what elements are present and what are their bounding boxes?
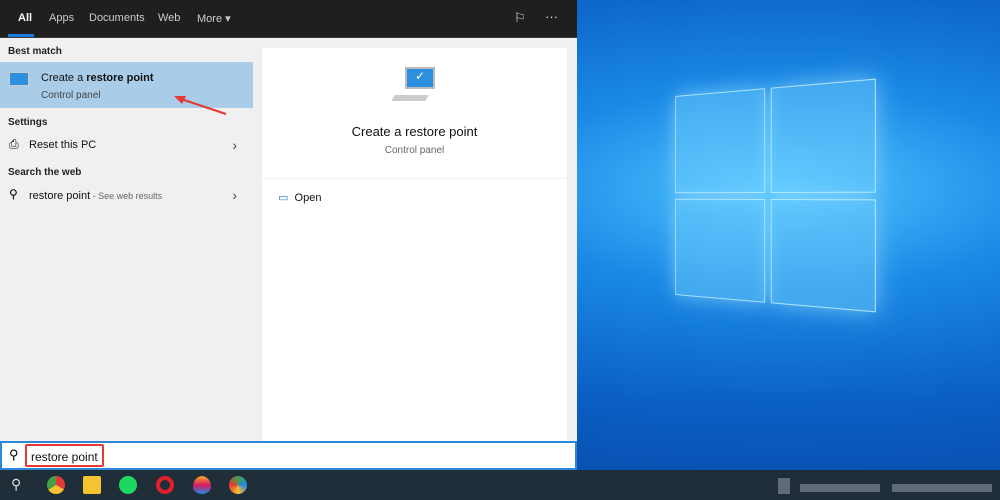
active-tab-indicator [8, 34, 34, 37]
keyboard-icon [391, 95, 429, 101]
system-tray-blur [800, 484, 880, 492]
more-options-icon[interactable]: ··· [545, 9, 558, 24]
system-tray [778, 478, 790, 494]
opera-icon[interactable] [156, 476, 174, 494]
actions-card: ▭ Open [262, 179, 567, 441]
search-icon[interactable]: ⚲ [11, 476, 21, 493]
result-web-search[interactable]: ⚲ restore point - See web results › [0, 184, 253, 208]
feedback-icon[interactable]: ⚐ [514, 10, 526, 26]
file-explorer-icon[interactable] [83, 476, 101, 494]
search-box[interactable]: ⚲ restore point [0, 441, 577, 470]
clock-blur [892, 484, 992, 492]
computer-icon [9, 72, 29, 86]
browser-icon[interactable] [229, 476, 247, 494]
preview-pane: ✓ Create a restore point Control panel ▭… [253, 38, 577, 441]
app-icon[interactable] [193, 476, 211, 494]
taskbar: ⚲ [0, 470, 1000, 500]
chrome-icon[interactable] [47, 476, 65, 494]
preview-title: Create a restore point [351, 124, 478, 139]
open-action[interactable]: ▭ Open [278, 191, 321, 204]
result-reset-this-pc[interactable]: ⎙ Reset this PC › [0, 134, 253, 158]
web-suffix: - See web results [90, 191, 163, 201]
reset-label: Reset this PC [29, 139, 97, 151]
preview-subtitle: Control panel [384, 145, 445, 156]
tab-apps[interactable]: Apps [49, 12, 74, 24]
windows-logo [675, 78, 876, 313]
search-filter-bar: All Apps Documents Web More ▾ ⚐ ··· [0, 0, 577, 38]
open-label: Open [294, 192, 322, 204]
results-list: Best match Create a restore point Contro… [0, 38, 253, 441]
result-subtitle: Control panel [41, 90, 101, 101]
chevron-right-icon: › [232, 187, 237, 203]
result-title-bold: restore point [86, 72, 154, 84]
tab-documents[interactable]: Documents [89, 12, 145, 24]
chevron-right-icon: › [232, 137, 237, 153]
tab-more-label: More [197, 13, 223, 25]
preview-card: ✓ Create a restore point Control panel [262, 48, 567, 178]
tab-more[interactable]: More ▾ [197, 12, 231, 25]
search-icon: ⚲ [9, 447, 19, 462]
spotify-icon[interactable] [119, 476, 137, 494]
search-input[interactable]: restore point [25, 444, 104, 467]
reset-icon: ⎙ [9, 137, 19, 151]
annotation-arrow [174, 96, 227, 115]
tab-web[interactable]: Web [158, 12, 180, 24]
search-icon: ⚲ [9, 187, 18, 201]
tab-all[interactable]: All [18, 12, 32, 24]
result-title-prefix: Create a [41, 72, 87, 84]
section-best-match: Best match [8, 46, 62, 57]
section-search-web: Search the web [8, 167, 82, 178]
caret-down-icon: ▾ [225, 13, 231, 25]
section-settings: Settings [8, 117, 48, 128]
web-query: restore point [29, 190, 91, 202]
open-icon: ▭ [278, 192, 289, 204]
computer-check-icon: ✓ [405, 67, 435, 89]
